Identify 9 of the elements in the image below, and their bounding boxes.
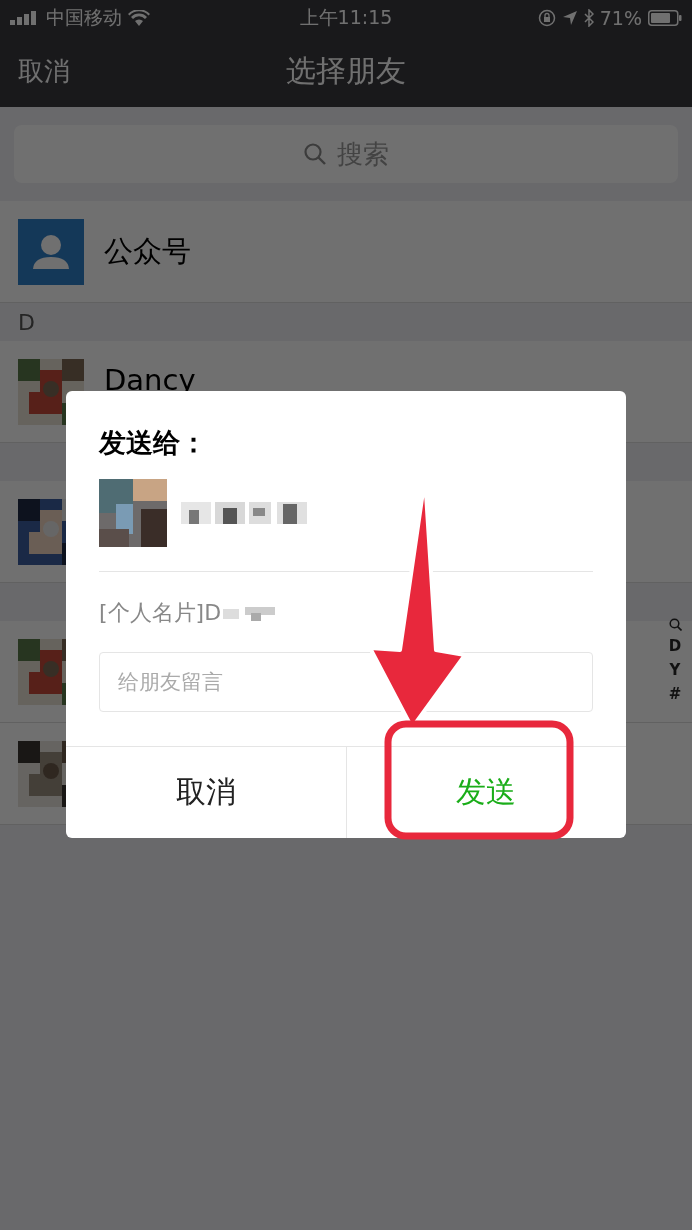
clock-time: 上午11:15 [299,4,393,30]
contact-name: 公众号 [104,232,191,270]
dialog-title: 发送给： [99,426,208,460]
carrier-name: 中国移动 [46,4,122,30]
battery-percent: 71% [599,6,642,29]
contact-name: Dancy [104,363,196,397]
card-text: [个人名片]D [99,599,222,627]
section-header: D [18,309,35,335]
screen-title: 选择朋友 [286,51,406,90]
